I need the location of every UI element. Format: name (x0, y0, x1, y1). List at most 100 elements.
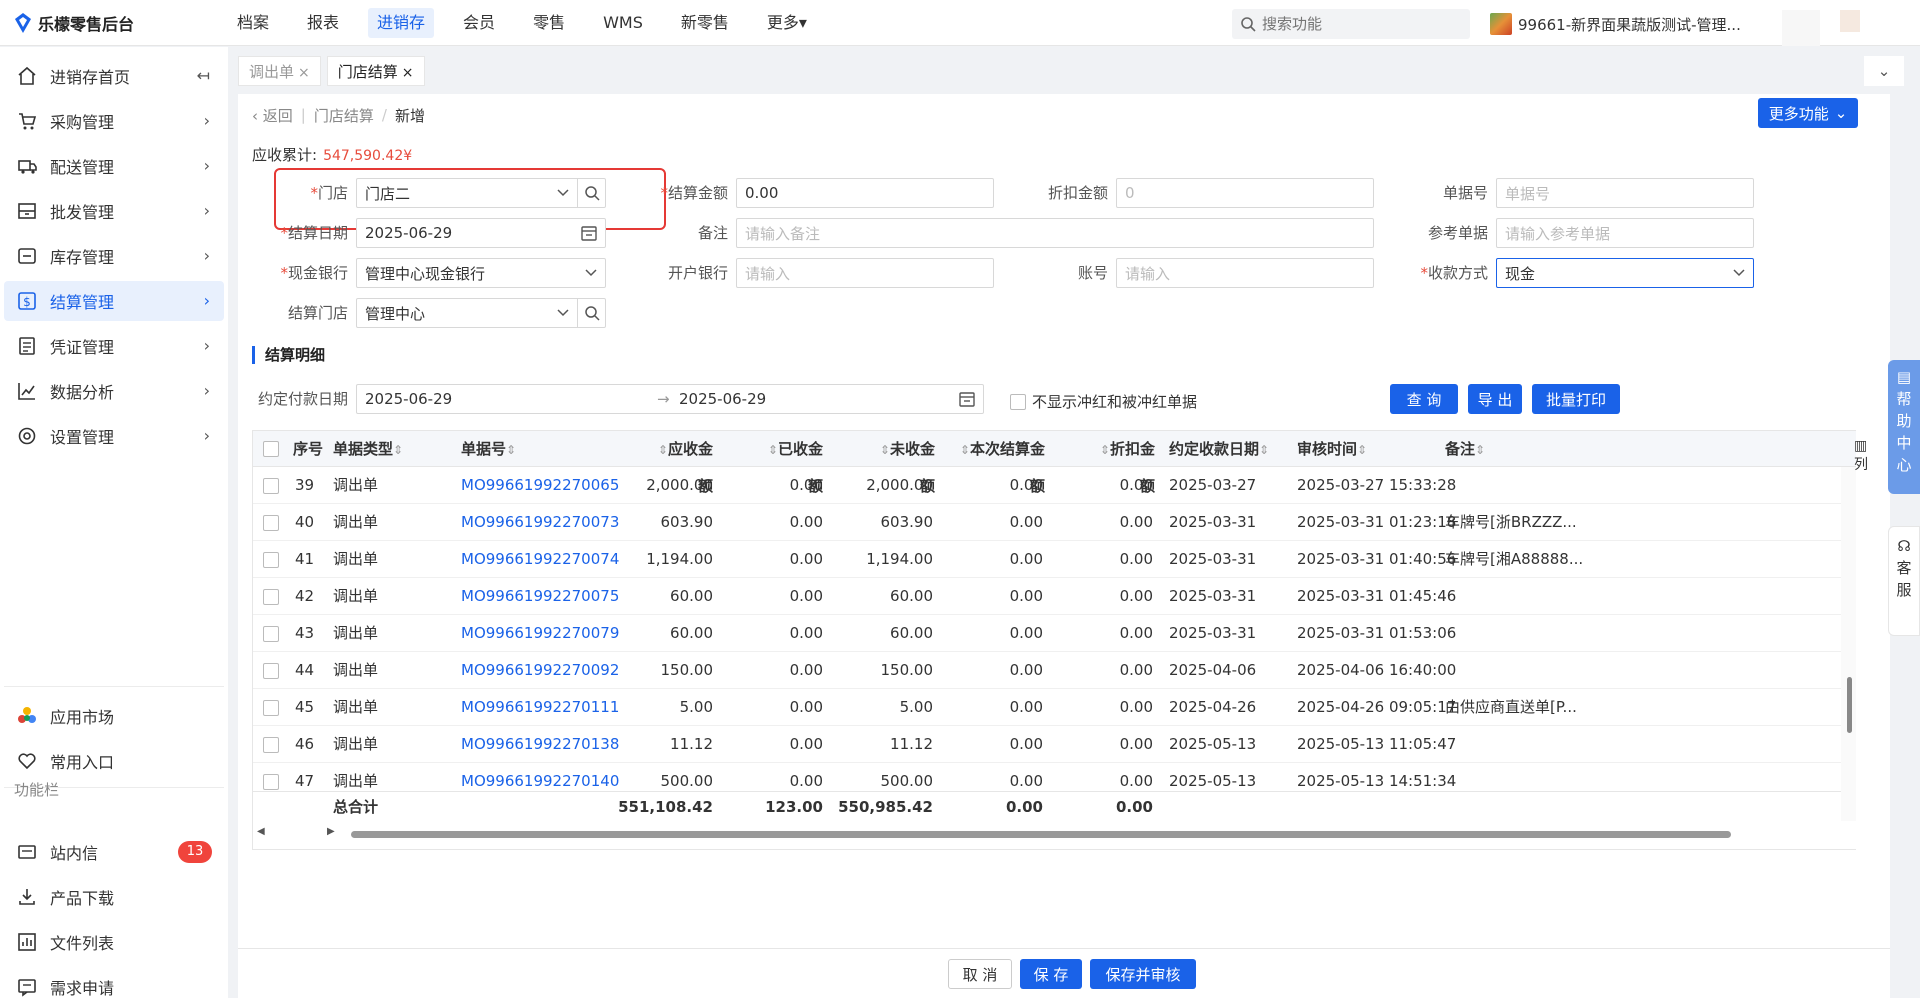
ref-doc-input[interactable]: 请输入参考单据 (1496, 218, 1754, 248)
row-checkbox[interactable] (263, 663, 279, 679)
table-row[interactable]: 42 调出单 MO99661992270075 60.00 0.00 60.00… (253, 578, 1841, 615)
col-due-date[interactable]: 约定收款日期⇕ (1169, 431, 1269, 467)
avatar[interactable] (1782, 10, 1820, 46)
scroll-left-icon[interactable]: ◀ (257, 826, 265, 837)
col-type[interactable]: 单据类型⇕ (333, 431, 403, 467)
row-checkbox[interactable] (263, 515, 279, 531)
account-input[interactable]: 请输入 (1116, 258, 1374, 288)
batch-print-button[interactable]: 批量打印 (1532, 384, 1620, 414)
row-checkbox[interactable] (263, 774, 279, 790)
open-bank-input[interactable]: 请输入 (736, 258, 994, 288)
nav-item-member[interactable]: 会员 (454, 8, 504, 38)
cell-doc-no-link[interactable]: MO99661992270111 (461, 689, 619, 726)
export-button[interactable]: 导 出 (1468, 384, 1522, 414)
help-center-button[interactable]: ▤ 帮助中心 (1888, 360, 1920, 494)
app-logo[interactable]: 乐檬零售后台 (14, 10, 134, 36)
sidebar-item-settings[interactable]: 设置管理 › (4, 416, 224, 456)
save-and-audit-button[interactable]: 保存并审核 (1090, 959, 1196, 989)
table-vertical-scrollbar[interactable] (1841, 467, 1856, 821)
cell-doc-no-link[interactable]: MO99661992270079 (461, 615, 619, 652)
settle-amount-input[interactable]: 0.00 (736, 178, 994, 208)
doc-no-input[interactable]: 单据号 (1496, 178, 1754, 208)
settle-store-select[interactable]: 管理中心 (356, 298, 606, 328)
row-checkbox[interactable] (263, 737, 279, 753)
sidebar-item-files[interactable]: 文件列表 (4, 922, 224, 962)
select-all-checkbox[interactable] (263, 441, 279, 457)
sidebar-item-download[interactable]: 产品下载 (4, 877, 224, 917)
table-row[interactable]: 43 调出单 MO99661992270079 60.00 0.00 60.00… (253, 615, 1841, 652)
col-unreceived[interactable]: ⇕未收金额 (867, 431, 935, 495)
table-row[interactable]: 41 调出单 MO99661992270074 1,194.00 0.00 1,… (253, 541, 1841, 578)
save-button[interactable]: 保 存 (1020, 959, 1082, 989)
scrollbar-thumb[interactable] (351, 831, 1731, 838)
close-icon[interactable]: × (298, 65, 310, 81)
sidebar-item-stock[interactable]: 库存管理 › (4, 236, 224, 276)
tab-transfer-out[interactable]: 调出单 × (238, 56, 321, 86)
cell-doc-no-link[interactable]: MO99661992270092 (461, 652, 619, 689)
cell-doc-no-link[interactable]: MO99661992270138 (461, 726, 619, 763)
search-icon[interactable] (577, 298, 605, 328)
query-button[interactable]: 查 询 (1390, 384, 1458, 414)
table-row[interactable]: 45 调出单 MO99661992270111 5.00 0.00 5.00 0… (253, 689, 1841, 726)
hide-reversed-toggle[interactable]: 不显示冲红和被冲红单据 (1010, 391, 1197, 412)
back-link[interactable]: ‹ 返回 (252, 105, 293, 126)
settle-date-picker[interactable]: 2025-06-29 (356, 218, 606, 248)
tabs-dropdown[interactable]: ⌄ (1864, 56, 1904, 86)
table-row[interactable]: 40 调出单 MO99661992270073 603.90 0.00 603.… (253, 504, 1841, 541)
date-from[interactable]: 2025-06-29 (365, 390, 452, 408)
row-checkbox[interactable] (263, 552, 279, 568)
sidebar-item-app-market[interactable]: 应用市场 (4, 696, 224, 736)
hide-reversed-checkbox[interactable] (1010, 393, 1026, 410)
store-switcher[interactable]: 99661-新界面果蔬版测试-管理... (1490, 12, 1741, 36)
cell-doc-no-link[interactable]: MO99661992270074 (461, 541, 619, 578)
due-date-range-picker[interactable]: 2025-06-29 → 2025-06-29 (356, 384, 984, 414)
row-checkbox[interactable] (263, 478, 279, 494)
pay-method-select[interactable]: 现金 (1496, 258, 1754, 288)
cell-doc-no-link[interactable]: MO99661992270065 (461, 467, 619, 504)
table-row[interactable]: 44 调出单 MO99661992270092 150.00 0.00 150.… (253, 652, 1841, 689)
tab-store-settlement[interactable]: 门店结算 × (326, 56, 425, 86)
collapse-icon[interactable]: ↤ (197, 66, 210, 85)
nav-item-more[interactable]: 更多▾ (758, 8, 816, 38)
col-audit-time[interactable]: 审核时间⇕ (1297, 431, 1367, 467)
row-checkbox[interactable] (263, 589, 279, 605)
sidebar-item-request[interactable]: 需求申请 (4, 967, 224, 998)
scroll-right-icon[interactable]: ▶ (327, 826, 335, 837)
nav-item-inventory[interactable]: 进销存 (368, 8, 435, 38)
sidebar-item-wholesale[interactable]: 批发管理 › (4, 191, 224, 231)
sidebar-item-voucher[interactable]: 凭证管理 › (4, 326, 224, 366)
col-doc-no[interactable]: 单据号⇕ (461, 431, 516, 467)
col-remark[interactable]: 备注⇕ (1445, 431, 1485, 467)
top-search-box[interactable] (1232, 9, 1470, 39)
customer-service-button[interactable]: ☊ 客服 (1888, 526, 1920, 636)
sidebar-item-purchase[interactable]: 采购管理 › (4, 101, 224, 141)
cash-bank-select[interactable]: 管理中心现金银行 (356, 258, 606, 288)
scrollbar-thumb[interactable] (1847, 677, 1852, 733)
sidebar-item-favorites[interactable]: 常用入口 (4, 741, 224, 781)
breadcrumb-parent[interactable]: 门店结算 (314, 105, 374, 126)
discount-amount-input[interactable]: 0 (1116, 178, 1374, 208)
sidebar-item-delivery[interactable]: 配送管理 › (4, 146, 224, 186)
date-to[interactable]: 2025-06-29 (679, 390, 766, 408)
sidebar-item-settlement[interactable]: $ 结算管理 › (4, 281, 224, 321)
nav-item-new-retail[interactable]: 新零售 (672, 8, 738, 38)
table-row[interactable]: 39 调出单 MO99661992270065 2,000.00 0.00 2,… (253, 467, 1841, 504)
sidebar-item-analytics[interactable]: 数据分析 › (4, 371, 224, 411)
nav-item-archive[interactable]: 档案 (228, 8, 278, 38)
remark-input[interactable]: 请输入备注 (736, 218, 1374, 248)
col-received[interactable]: ⇕已收金额 (759, 431, 823, 495)
sidebar-item-inventory-home[interactable]: 进销存首页 ↤ (4, 56, 224, 96)
nav-item-report[interactable]: 报表 (298, 8, 348, 38)
table-row[interactable]: 46 调出单 MO99661992270138 11.12 0.00 11.12… (253, 726, 1841, 763)
col-current-settle[interactable]: ⇕本次结算金额 (949, 431, 1045, 495)
more-functions-button[interactable]: 更多功能 ⌄ (1758, 98, 1858, 128)
cancel-button[interactable]: 取 消 (948, 959, 1012, 989)
search-input[interactable] (1262, 15, 1462, 33)
nav-item-wms[interactable]: WMS (594, 8, 652, 38)
cell-doc-no-link[interactable]: MO99661992270075 (461, 578, 619, 615)
close-icon[interactable]: × (402, 65, 414, 81)
column-settings[interactable]: ▥ 列 (1854, 438, 1868, 474)
user-icon[interactable] (1840, 10, 1860, 32)
col-discount[interactable]: ⇕折扣金额 (1089, 431, 1155, 495)
cell-doc-no-link[interactable]: MO99661992270073 (461, 504, 619, 541)
